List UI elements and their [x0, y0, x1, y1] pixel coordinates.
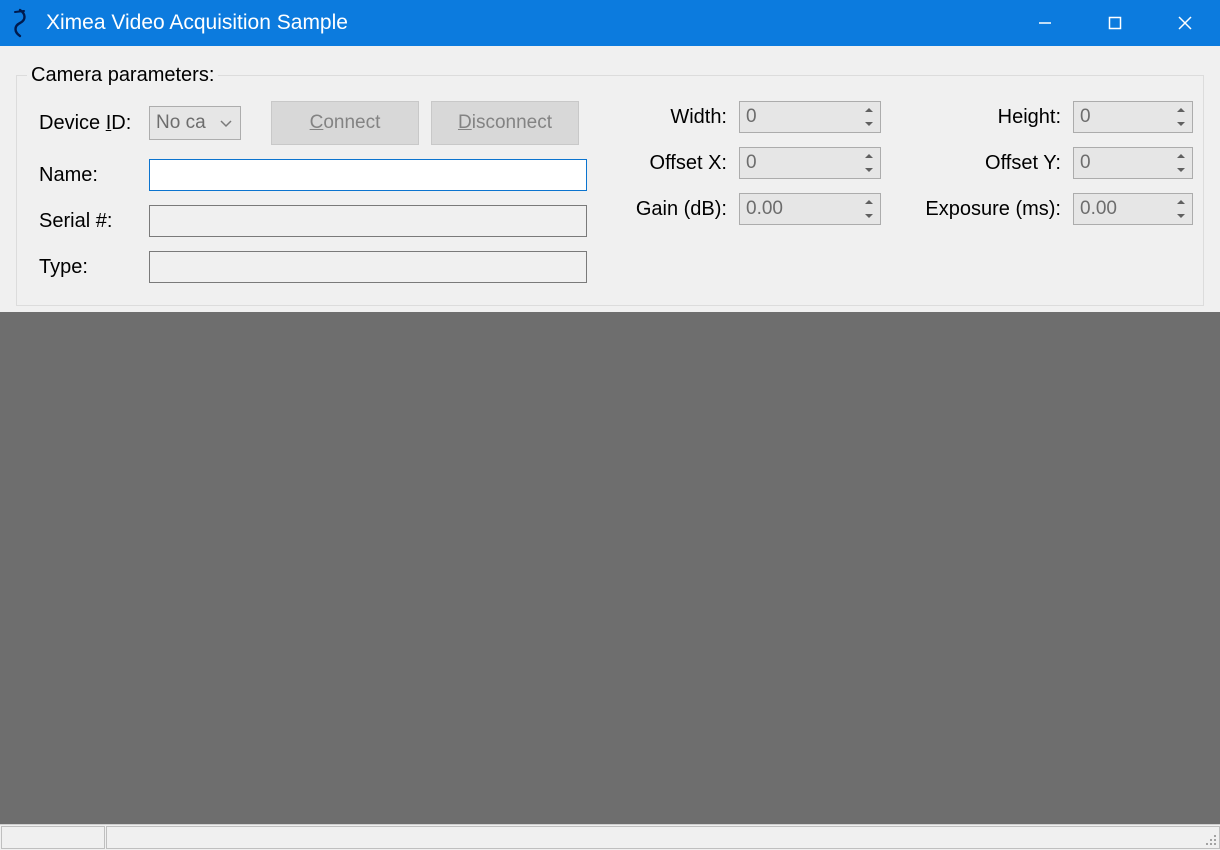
name-input[interactable]	[149, 159, 587, 191]
device-id-combo[interactable]: No ca	[149, 106, 241, 140]
height-label: Height:	[911, 106, 1061, 129]
height-spin-down[interactable]	[1171, 117, 1191, 131]
status-cell-1	[1, 826, 105, 849]
gain-spin-down[interactable]	[859, 209, 879, 223]
close-button[interactable]	[1150, 0, 1220, 46]
offsetx-spin-down[interactable]	[859, 163, 879, 177]
width-spin[interactable]: 0	[739, 101, 881, 133]
maximize-button[interactable]	[1080, 0, 1150, 46]
exposure-label: Exposure (ms):	[911, 198, 1061, 221]
serial-label: Serial #:	[27, 210, 137, 233]
status-cell-2	[106, 826, 1220, 849]
offsetx-spin-up[interactable]	[859, 149, 879, 163]
width-spin-up[interactable]	[859, 103, 879, 117]
exposure-value: 0.00	[1080, 198, 1117, 220]
client-area: Camera parameters: Device ID: No ca	[0, 46, 1220, 850]
height-spin-up[interactable]	[1171, 103, 1191, 117]
exposure-spin-up[interactable]	[1171, 195, 1191, 209]
offsetx-value: 0	[746, 152, 757, 174]
status-bar	[0, 824, 1220, 850]
offsety-spin[interactable]: 0	[1073, 147, 1193, 179]
device-id-label: Device ID:	[27, 112, 137, 135]
offsety-value: 0	[1080, 152, 1091, 174]
video-preview	[0, 312, 1220, 824]
name-label: Name:	[27, 164, 137, 187]
window-controls	[1010, 0, 1220, 46]
type-label: Type:	[27, 256, 137, 279]
minimize-button[interactable]	[1010, 0, 1080, 46]
offsety-spin-down[interactable]	[1171, 163, 1191, 177]
gain-spin[interactable]: 0.00	[739, 193, 881, 225]
width-value: 0	[746, 106, 757, 128]
gain-value: 0.00	[746, 198, 783, 220]
exposure-spin[interactable]: 0.00	[1073, 193, 1193, 225]
height-spin[interactable]: 0	[1073, 101, 1193, 133]
width-label: Width:	[617, 106, 727, 129]
title-bar: Ximea Video Acquisition Sample	[0, 0, 1220, 46]
group-legend: Camera parameters:	[27, 64, 218, 87]
camera-parameters-group: Camera parameters: Device ID: No ca	[16, 64, 1204, 306]
device-id-combo-value: No ca	[156, 112, 206, 134]
offsety-spin-up[interactable]	[1171, 149, 1191, 163]
chevron-down-icon	[220, 112, 232, 134]
parameters-panel: Camera parameters: Device ID: No ca	[0, 46, 1220, 312]
type-input[interactable]	[149, 251, 587, 283]
offsety-label: Offset Y:	[911, 152, 1061, 175]
connect-button[interactable]: Connect	[271, 101, 419, 145]
resize-grip-icon[interactable]	[1203, 832, 1217, 846]
offsetx-spin[interactable]: 0	[739, 147, 881, 179]
width-spin-down[interactable]	[859, 117, 879, 131]
window-title: Ximea Video Acquisition Sample	[46, 11, 1010, 35]
exposure-spin-down[interactable]	[1171, 209, 1191, 223]
offsetx-label: Offset X:	[617, 152, 727, 175]
disconnect-button[interactable]: Disconnect	[431, 101, 579, 145]
app-icon	[10, 8, 32, 38]
gain-label: Gain (dB):	[617, 198, 727, 221]
height-value: 0	[1080, 106, 1091, 128]
gain-spin-up[interactable]	[859, 195, 879, 209]
serial-input[interactable]	[149, 205, 587, 237]
